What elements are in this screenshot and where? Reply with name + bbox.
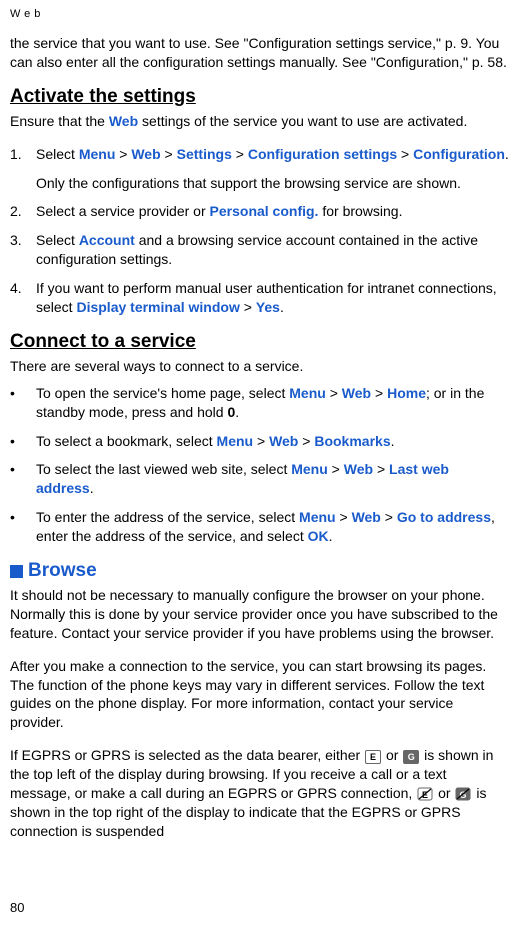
menu-link: Menu	[79, 146, 116, 162]
item-content: If you want to perform manual user authe…	[36, 279, 509, 317]
menu-link: Menu	[217, 433, 254, 449]
text: .	[90, 480, 94, 496]
text: Select	[36, 146, 79, 162]
menu-link: Menu	[291, 461, 328, 477]
text: >	[115, 146, 131, 162]
numbered-list: 1. Select Menu > Web > Settings > Config…	[10, 145, 509, 317]
g-suspended-icon: G	[455, 787, 471, 801]
settings-link: Settings	[177, 146, 232, 162]
e-indicator-icon: E	[365, 750, 381, 764]
item-number: 1.	[10, 145, 36, 164]
ok-link: OK	[308, 528, 329, 544]
text: >	[161, 146, 177, 162]
item-content: Select a service provider or Personal co…	[36, 202, 509, 221]
bullet-icon: •	[10, 432, 36, 451]
browse-p1: It should not be necessary to manually c…	[10, 586, 509, 643]
text: or	[434, 785, 454, 801]
personal-config-link: Personal config.	[210, 203, 319, 219]
bullet-content: To select the last viewed web site, sele…	[36, 460, 509, 498]
e-suspended-icon: E	[417, 787, 433, 801]
list-item: 2. Select a service provider or Personal…	[10, 202, 509, 221]
account-link: Account	[79, 232, 135, 248]
text: >	[371, 385, 387, 401]
g-indicator-icon: G	[403, 750, 419, 764]
item-content: Select Account and a browsing service ac…	[36, 231, 509, 269]
text: >	[336, 509, 352, 525]
text: >	[240, 299, 256, 315]
text: .	[505, 146, 509, 162]
item-content: Select Menu > Web > Settings > Configura…	[36, 145, 509, 164]
item-number: 4.	[10, 279, 36, 317]
text: Select	[36, 232, 79, 248]
web-link: Web	[344, 461, 373, 477]
text: >	[373, 461, 389, 477]
connect-intro: There are several ways to connect to a s…	[10, 357, 509, 376]
bullet-content: To enter the address of the service, sel…	[36, 508, 509, 546]
text: >	[328, 461, 344, 477]
bullet-content: To select a bookmark, select Menu > Web …	[36, 432, 509, 451]
list-item: 3. Select Account and a browsing service…	[10, 231, 509, 269]
bookmarks-link: Bookmarks	[314, 433, 390, 449]
connect-service-heading: Connect to a service	[10, 331, 509, 353]
text: If EGPRS or GPRS is selected as the data…	[10, 747, 364, 763]
web-link: Web	[352, 509, 381, 525]
home-link: Home	[387, 385, 426, 401]
text: >	[298, 433, 314, 449]
text: >	[232, 146, 248, 162]
list-item: 1. Select Menu > Web > Settings > Config…	[10, 145, 509, 164]
bullet-item: • To select the last viewed web site, se…	[10, 460, 509, 498]
page-number: 80	[10, 900, 24, 915]
display-terminal-window-link: Display terminal window	[76, 299, 239, 315]
activate-settings-intro: Ensure that the Web settings of the serv…	[10, 112, 509, 131]
text: To select a bookmark, select	[36, 433, 217, 449]
web-link: Web	[131, 146, 160, 162]
bullet-item: • To enter the address of the service, s…	[10, 508, 509, 546]
text: To enter the address of the service, sel…	[36, 509, 299, 525]
text: >	[326, 385, 342, 401]
text: >	[253, 433, 269, 449]
bullet-icon: •	[10, 384, 36, 422]
list-item: 4. If you want to perform manual user au…	[10, 279, 509, 317]
web-link: Web	[109, 113, 138, 129]
bullet-item: • To open the service's home page, selec…	[10, 384, 509, 422]
subtext: Only the configurations that support the…	[36, 174, 509, 193]
bullet-content: To open the service's home page, select …	[36, 384, 509, 422]
browse-heading: Browse	[10, 560, 509, 582]
web-link: Web	[269, 433, 298, 449]
text: for browsing.	[318, 203, 402, 219]
item-number: 3.	[10, 231, 36, 269]
text: Ensure that the	[10, 113, 109, 129]
text: Select a service provider or	[36, 203, 210, 219]
item-number: 2.	[10, 202, 36, 221]
gotoaddress-link: Go to address	[397, 509, 491, 525]
square-icon	[10, 565, 23, 578]
configsettings-link: Configuration settings	[248, 146, 397, 162]
text: To open the service's home page, select	[36, 385, 289, 401]
text: .	[391, 433, 395, 449]
text: .	[329, 528, 333, 544]
bullet-icon: •	[10, 508, 36, 546]
text: To select the last viewed web site, sele…	[36, 461, 291, 477]
text: >	[397, 146, 413, 162]
web-link: Web	[342, 385, 371, 401]
browse-p2: After you make a connection to the servi…	[10, 657, 509, 733]
intro-paragraph: the service that you want to use. See "C…	[10, 34, 509, 72]
page-header: Web	[10, 8, 509, 20]
configuration-link: Configuration	[413, 146, 505, 162]
activate-settings-heading: Activate the settings	[10, 86, 509, 108]
browse-p3: If EGPRS or GPRS is selected as the data…	[10, 746, 509, 840]
bullet-icon: •	[10, 460, 36, 498]
text: .	[280, 299, 284, 315]
text: .	[235, 404, 239, 420]
yes-link: Yes	[256, 299, 280, 315]
text: or	[382, 747, 402, 763]
menu-link: Menu	[299, 509, 336, 525]
text: >	[381, 509, 397, 525]
menu-link: Menu	[289, 385, 326, 401]
text: settings of the service you want to use …	[138, 113, 467, 129]
bullet-item: • To select a bookmark, select Menu > We…	[10, 432, 509, 451]
browse-label: Browse	[28, 560, 97, 582]
